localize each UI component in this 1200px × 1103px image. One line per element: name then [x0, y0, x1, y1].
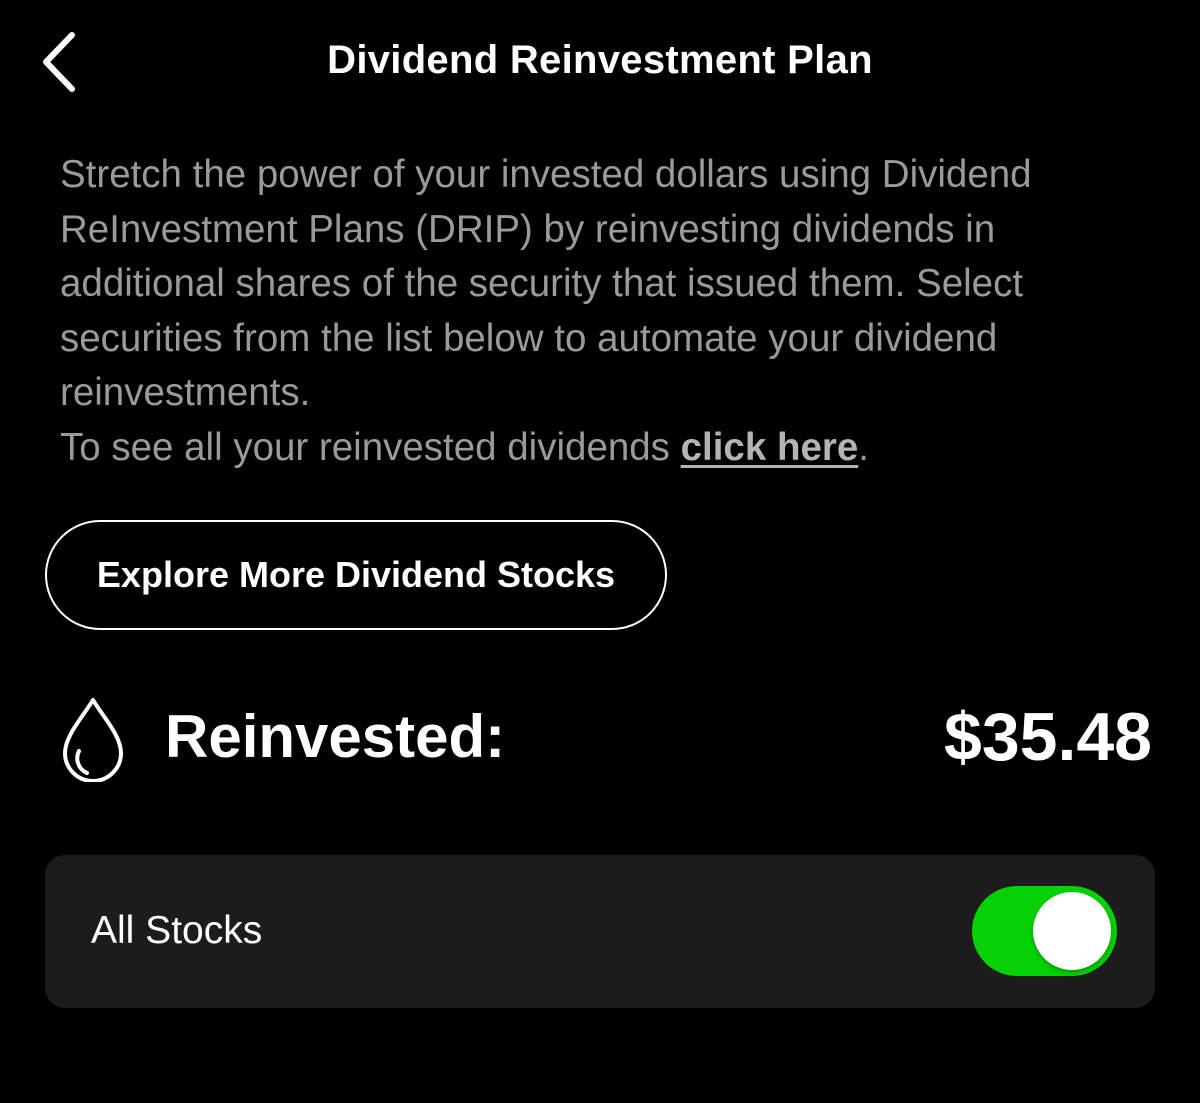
reinvested-amount: $35.48: [944, 699, 1152, 775]
reinvested-label: Reinvested:: [165, 703, 506, 770]
all-stocks-label: All Stocks: [91, 909, 263, 952]
description-link-suffix: .: [858, 425, 869, 469]
toggle-knob: [1033, 892, 1111, 970]
description-text: Stretch the power of your invested dolla…: [60, 148, 1160, 475]
reinvested-summary: Reinvested: $35.48: [0, 680, 1200, 800]
description-body: Stretch the power of your invested dolla…: [60, 153, 1032, 414]
header: Dividend Reinvestment Plan: [0, 0, 1200, 130]
reinvested-dividends-link[interactable]: click here: [681, 426, 859, 469]
description-link-prefix: To see all your reinvested dividends: [60, 425, 681, 469]
explore-dividend-stocks-button[interactable]: Explore More Dividend Stocks: [45, 520, 667, 630]
all-stocks-row: All Stocks: [45, 855, 1155, 1008]
droplet-icon: [63, 698, 123, 782]
page-title: Dividend Reinvestment Plan: [327, 38, 873, 82]
all-stocks-toggle[interactable]: [972, 886, 1117, 976]
